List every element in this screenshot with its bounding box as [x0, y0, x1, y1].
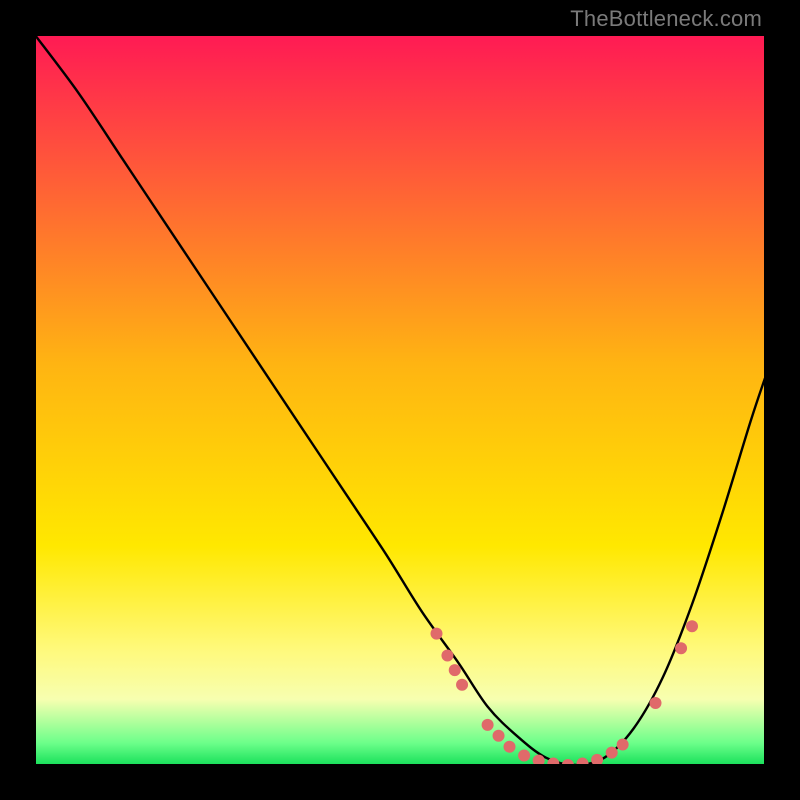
gpu-marker — [650, 697, 662, 709]
gpu-marker — [686, 620, 698, 632]
gpu-marker — [675, 642, 687, 654]
chart-frame — [35, 35, 765, 765]
gpu-marker — [606, 747, 618, 759]
gpu-marker — [441, 650, 453, 662]
gpu-marker — [449, 664, 461, 676]
gpu-marker — [456, 679, 468, 691]
gpu-marker — [504, 741, 516, 753]
gpu-marker — [431, 628, 443, 640]
gpu-marker — [493, 730, 505, 742]
gpu-marker — [482, 719, 494, 731]
gpu-marker — [518, 750, 530, 762]
gradient-background — [35, 35, 765, 765]
watermark-text: TheBottleneck.com — [570, 6, 762, 32]
bottleneck-chart — [35, 35, 765, 765]
gpu-marker — [617, 739, 629, 751]
